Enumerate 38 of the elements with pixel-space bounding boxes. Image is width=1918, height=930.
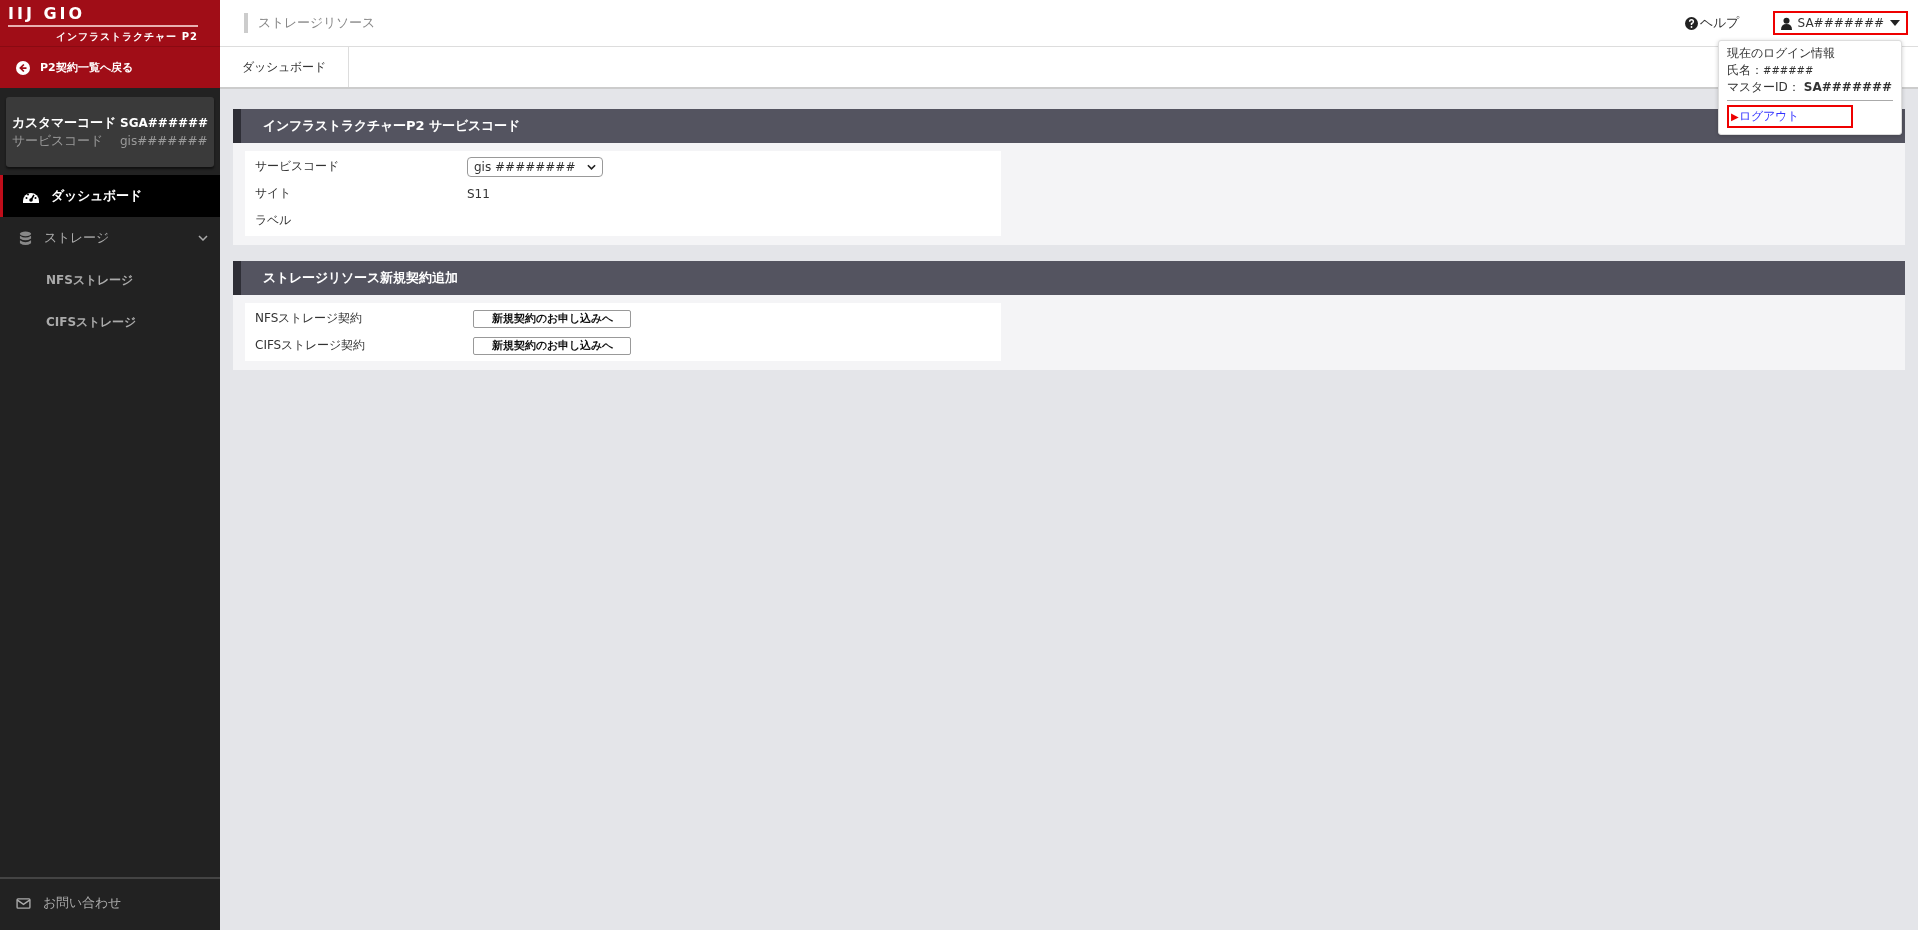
apply-button[interactable]: 新規契約のお申し込みへ xyxy=(473,309,631,328)
panel-header: ストレージリソース新規契約追加 xyxy=(233,261,1905,295)
help-icon xyxy=(1684,16,1698,30)
field-label: サイト xyxy=(255,185,292,202)
service-code-select[interactable]: gis ######## xyxy=(467,156,604,177)
field-label: NFSストレージ契約 xyxy=(255,310,364,327)
apply-button[interactable]: 新規契約のお申し込みへ xyxy=(473,336,631,355)
field-label: CIFSストレージ契約 xyxy=(255,337,367,354)
database-icon xyxy=(19,230,32,246)
mail-icon xyxy=(16,897,31,909)
chevron-icon xyxy=(587,163,597,170)
field-label: ラベル xyxy=(255,212,292,229)
logo-product: インフラストラクチャー P2 xyxy=(55,30,198,44)
field-label: サービスコード xyxy=(255,158,340,175)
back-arrow-icon xyxy=(16,60,30,75)
help-link[interactable]: ヘルプ xyxy=(1684,14,1739,32)
customer-value: gis####### xyxy=(120,133,208,150)
logo-brand: IIJ GIO xyxy=(8,5,198,27)
caret-icon xyxy=(1890,20,1900,26)
tab[interactable]: ダッシュボード xyxy=(220,47,349,87)
customer-label: サービスコード xyxy=(12,132,104,150)
field-value: S11 xyxy=(467,186,490,201)
master-id-label: マスターID： xyxy=(1727,80,1800,94)
name-value: ###### xyxy=(1763,65,1814,76)
logout-link[interactable]: ▶ログアウト xyxy=(1727,105,1853,128)
chevron-icon[interactable] xyxy=(198,235,208,241)
user-icon xyxy=(1780,16,1792,30)
user-menu-button[interactable]: SA####### xyxy=(1772,11,1908,35)
name-label: 氏名： xyxy=(1727,63,1763,77)
sidebar-item[interactable]: ダッシュボード xyxy=(0,175,220,217)
login-info-heading: 現在のログイン情報 xyxy=(1727,45,1836,62)
customer-value: SGA###### xyxy=(120,115,209,132)
customer-label: カスタマーコード xyxy=(12,114,117,132)
sidebar-item[interactable]: ストレージ xyxy=(0,217,220,259)
sidebar-subitem[interactable]: NFSストレージ xyxy=(0,259,220,301)
master-id-value: SA####### xyxy=(1803,80,1893,94)
back-link[interactable]: P2契約一覧へ戻る xyxy=(0,46,220,88)
sidebar-subitem[interactable]: CIFSストレージ xyxy=(0,301,220,343)
